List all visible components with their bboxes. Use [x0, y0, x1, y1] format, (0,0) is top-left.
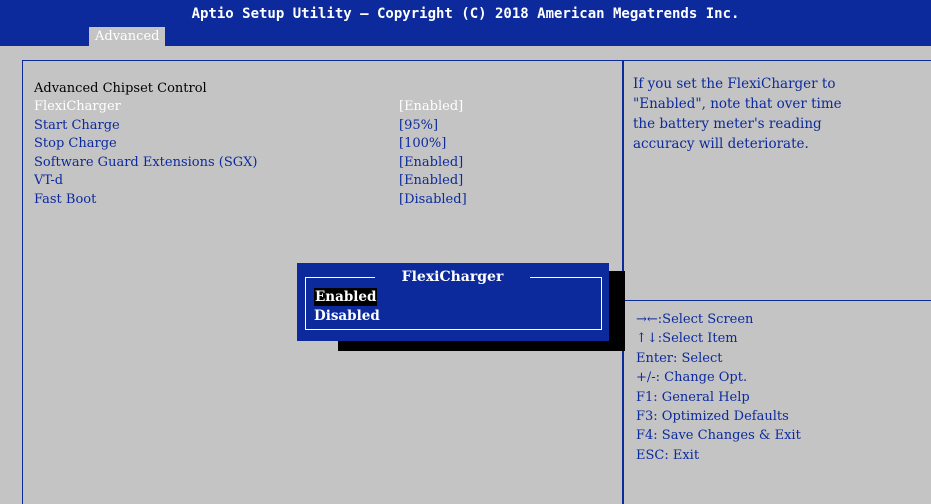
setting-label-fast-boot[interactable]: Fast Boot	[34, 190, 96, 209]
key-help-save-exit: F4: Save Changes & Exit	[636, 428, 801, 444]
app-title: Aptio Setup Utility – Copyright (C) 2018…	[191, 6, 740, 22]
key-help-select-screen: →←:Select Screen	[636, 312, 754, 327]
key-help-optimized-defaults: F3: Optimized Defaults	[636, 409, 789, 425]
key-help-general-help: F1: General Help	[636, 389, 750, 405]
key-help-change-opt: +/-: Change Opt.	[636, 370, 748, 386]
popup-border-top-left	[305, 277, 375, 278]
setting-value-sgx[interactable]: [Enabled]	[399, 153, 463, 172]
setting-value-fast-boot[interactable]: [Disabled]	[399, 190, 467, 209]
popup-option-disabled[interactable]: Disabled	[314, 307, 380, 325]
help-line: If you set the FlexiCharger to	[633, 76, 836, 92]
tab-advanced[interactable]: Advanced	[89, 27, 166, 46]
key-help-enter: Enter: Select	[636, 350, 723, 366]
help-line: the battery meter's reading	[633, 116, 822, 132]
setting-label-stop-charge[interactable]: Stop Charge	[34, 134, 117, 153]
help-line: "Enabled", note that over time	[633, 96, 842, 112]
help-line: accuracy will deteriorate.	[633, 136, 809, 152]
setting-label-vt-d[interactable]: VT-d	[34, 171, 63, 190]
setting-label-flexicharger[interactable]: FlexiCharger	[34, 97, 121, 116]
setting-label-sgx[interactable]: Software Guard Extensions (SGX)	[34, 153, 258, 172]
help-divider	[623, 300, 931, 301]
setting-value-start-charge[interactable]: [95%]	[399, 116, 438, 135]
setting-value-flexicharger[interactable]: [Enabled]	[399, 97, 463, 116]
popup-border-top-right	[530, 277, 602, 278]
setting-value-stop-charge[interactable]: [100%]	[399, 134, 446, 153]
popup-title: FlexiCharger	[401, 269, 504, 285]
key-help-select-item: ↑↓:Select Item	[636, 331, 738, 347]
section-title: Advanced Chipset Control	[34, 81, 207, 96]
key-help-esc: ESC: Exit	[636, 447, 700, 463]
setting-label-start-charge[interactable]: Start Charge	[34, 116, 120, 135]
key-help-list: →←:Select Screen ↑↓:Select Item Enter: S…	[636, 310, 801, 465]
setting-value-vt-d[interactable]: [Enabled]	[399, 171, 463, 190]
popup-option-enabled[interactable]: Enabled	[314, 288, 378, 306]
help-description: If you set the FlexiCharger to "Enabled"…	[633, 74, 929, 154]
